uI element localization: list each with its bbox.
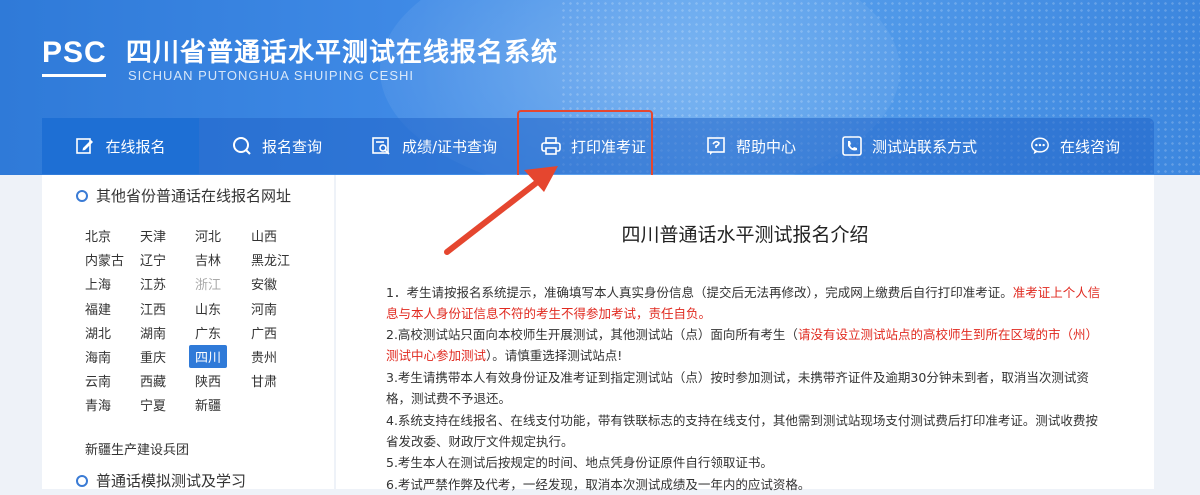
annotation-arrow: [444, 166, 558, 255]
annotation-arrow-shaft: [444, 177, 543, 255]
